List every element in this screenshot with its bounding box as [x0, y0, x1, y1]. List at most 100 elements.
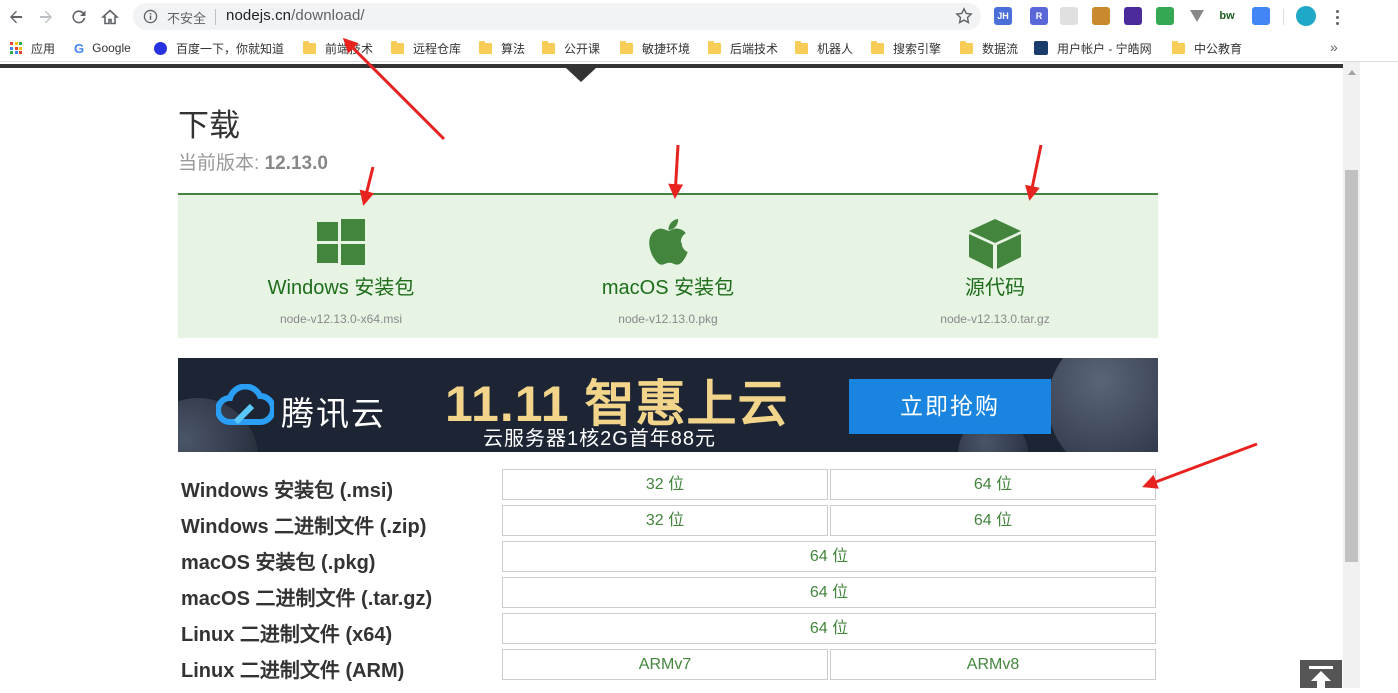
folder-icon — [620, 40, 633, 54]
bookmarks-bar: 应用 G Google 百度一下，你就知道 前端技术 远程仓库 算法 公开课 敏捷环境 后端技术 机… — [0, 34, 1398, 62]
bookmark-folder[interactable]: 数据流 — [960, 39, 1018, 57]
grey-extension-icon[interactable] — [1060, 7, 1078, 25]
folder-icon — [1172, 40, 1185, 54]
download-macos[interactable]: macOS 安装包 node-v12.13.0.pkg — [505, 195, 831, 338]
table-row: Linux 二进制文件 (ARM) ARMv7 ARMv8 — [178, 648, 1158, 682]
url-text[interactable]: nodejs.cn/download/ — [226, 7, 365, 24]
info-icon[interactable] — [143, 9, 158, 24]
bookmark-label: 搜索引擎 — [893, 41, 942, 56]
download-link[interactable]: ARMv7 — [502, 649, 828, 680]
download-link[interactable]: 64 位 — [502, 541, 1156, 572]
bookmark-folder[interactable]: 前端技术 — [303, 39, 373, 57]
bookmark-label: 前端技术 — [325, 41, 374, 56]
header-caret — [566, 68, 596, 82]
table-row: Windows 二进制文件 (.zip) 32 位 64 位 — [178, 504, 1158, 538]
banner-subtitle: 云服务器1核2G首年88元 — [483, 428, 717, 450]
url-host: nodejs.cn — [226, 7, 292, 24]
bw-extension-icon[interactable]: bw — [1218, 7, 1236, 25]
bookmark-site[interactable]: 用户帐户 - 宁皓网 — [1034, 39, 1152, 57]
owl-extension-icon[interactable] — [1092, 7, 1110, 25]
home-button[interactable] — [98, 5, 122, 29]
windows-icon — [317, 219, 365, 265]
google-icon: G — [74, 40, 85, 56]
row-label: macOS 安装包 (.pkg) — [181, 552, 376, 574]
row-label: Linux 二进制文件 (ARM) — [181, 660, 405, 682]
page-title: 下载 — [178, 108, 240, 143]
arrow-up-icon — [1309, 666, 1333, 688]
download-link[interactable]: 64 位 — [830, 505, 1156, 536]
back-to-top-button[interactable] — [1300, 660, 1342, 688]
row-label: Windows 二进制文件 (.zip) — [181, 516, 427, 538]
download-label: 源代码 — [965, 277, 1025, 299]
bookmark-folder[interactable]: 机器人 — [795, 39, 853, 57]
translate-extension-icon[interactable] — [1252, 7, 1270, 25]
r-extension-icon[interactable]: R — [1030, 7, 1048, 25]
security-label: 不安全 — [167, 11, 207, 26]
decor-sphere — [1048, 358, 1158, 452]
profile-avatar-icon[interactable] — [1296, 6, 1316, 26]
download-link[interactable]: 32 位 — [502, 469, 828, 500]
folder-icon — [303, 40, 316, 54]
version-value: 12.13.0 — [264, 153, 328, 174]
reload-button[interactable] — [67, 5, 91, 29]
folder-icon — [708, 40, 721, 54]
scroll-up-arrow-icon[interactable] — [1348, 70, 1356, 75]
folder-icon — [391, 40, 404, 54]
bookmark-apps[interactable]: 应用 — [10, 39, 55, 57]
forward-arrow-icon — [40, 10, 52, 24]
toolbar-divider — [1283, 9, 1284, 25]
row-label: Windows 安装包 (.msi) — [181, 480, 394, 502]
bookmark-label: Google — [92, 41, 131, 55]
bookmark-google[interactable]: G Google — [74, 39, 131, 57]
bookmarks-overflow[interactable]: » — [1330, 39, 1338, 55]
menu-kebab-icon[interactable] — [1331, 6, 1343, 28]
browser-toolbar: 不安全 nodejs.cn/download/ JH Rbw — [0, 0, 1398, 34]
reload-icon — [72, 10, 86, 24]
download-extension-icon[interactable] — [1156, 7, 1174, 25]
bookmark-folder[interactable]: 公开课 — [542, 39, 600, 57]
bookmark-label: 公开课 — [564, 41, 601, 56]
bookmark-label: 敏捷环境 — [642, 41, 691, 56]
bookmark-folder[interactable]: 远程仓库 — [391, 39, 461, 57]
download-source[interactable]: 源代码 node-v12.13.0.tar.gz — [832, 195, 1158, 338]
bookmark-folder[interactable]: 敏捷环境 — [620, 39, 690, 57]
bookmark-baidu[interactable]: 百度一下，你就知道 — [154, 39, 284, 57]
baidu-paw-icon — [154, 41, 167, 55]
bookmark-label: 用户帐户 - 宁皓网 — [1057, 41, 1152, 56]
download-windows[interactable]: Windows 安装包 node-v12.13.0-x64.msi — [178, 195, 504, 338]
jh-extension-icon[interactable]: JH — [994, 7, 1012, 25]
download-filename: node-v12.13.0.pkg — [618, 312, 718, 326]
download-label: Windows 安装包 — [267, 277, 415, 299]
bookmark-folder[interactable]: 算法 — [479, 39, 525, 57]
bookmark-label: 远程仓库 — [413, 41, 462, 56]
folder-icon — [795, 40, 808, 54]
bookmark-star-icon[interactable] — [955, 7, 973, 25]
back-button[interactable] — [4, 5, 28, 29]
bookmark-folder[interactable]: 后端技术 — [708, 39, 778, 57]
download-label: macOS 安装包 — [601, 277, 735, 299]
folder-icon — [479, 40, 492, 54]
download-link[interactable]: 64 位 — [502, 613, 1156, 644]
address-bar[interactable]: 不安全 nodejs.cn/download/ — [133, 3, 981, 30]
bookmark-folder[interactable]: 中公教育 — [1172, 39, 1242, 57]
download-link[interactable]: 32 位 — [502, 505, 828, 536]
download-link[interactable]: 64 位 — [502, 577, 1156, 608]
row-label: macOS 二进制文件 (.tar.gz) — [181, 588, 433, 610]
download-filename: node-v12.13.0.tar.gz — [940, 312, 1050, 326]
tencent-cloud-ad-banner[interactable]: 腾讯云 11.11 智惠上云 云服务器1核2G首年88元 立即抢购 — [178, 358, 1158, 452]
banner-buy-button[interactable]: 立即抢购 — [849, 379, 1051, 434]
v-extension-icon[interactable] — [1188, 7, 1206, 25]
bookmark-folder[interactable]: 搜索引擎 — [871, 39, 941, 57]
download-link[interactable]: 64 位 — [830, 469, 1156, 500]
download-filename: node-v12.13.0-x64.msi — [279, 312, 403, 326]
bookmark-label: 百度一下，你就知道 — [176, 41, 285, 56]
table-row: macOS 二进制文件 (.tar.gz) 64 位 — [178, 576, 1158, 610]
table-row: macOS 安装包 (.pkg) 64 位 — [178, 540, 1158, 574]
download-link[interactable]: ARMv8 — [830, 649, 1156, 680]
scrollbar-thumb[interactable] — [1345, 170, 1358, 562]
diamond-extension-icon[interactable] — [1124, 7, 1142, 25]
forward-button[interactable] — [34, 5, 58, 29]
bookmark-label: 机器人 — [817, 41, 854, 56]
bookmark-label: 应用 — [31, 41, 56, 56]
annotation-arrow — [1142, 442, 1258, 489]
